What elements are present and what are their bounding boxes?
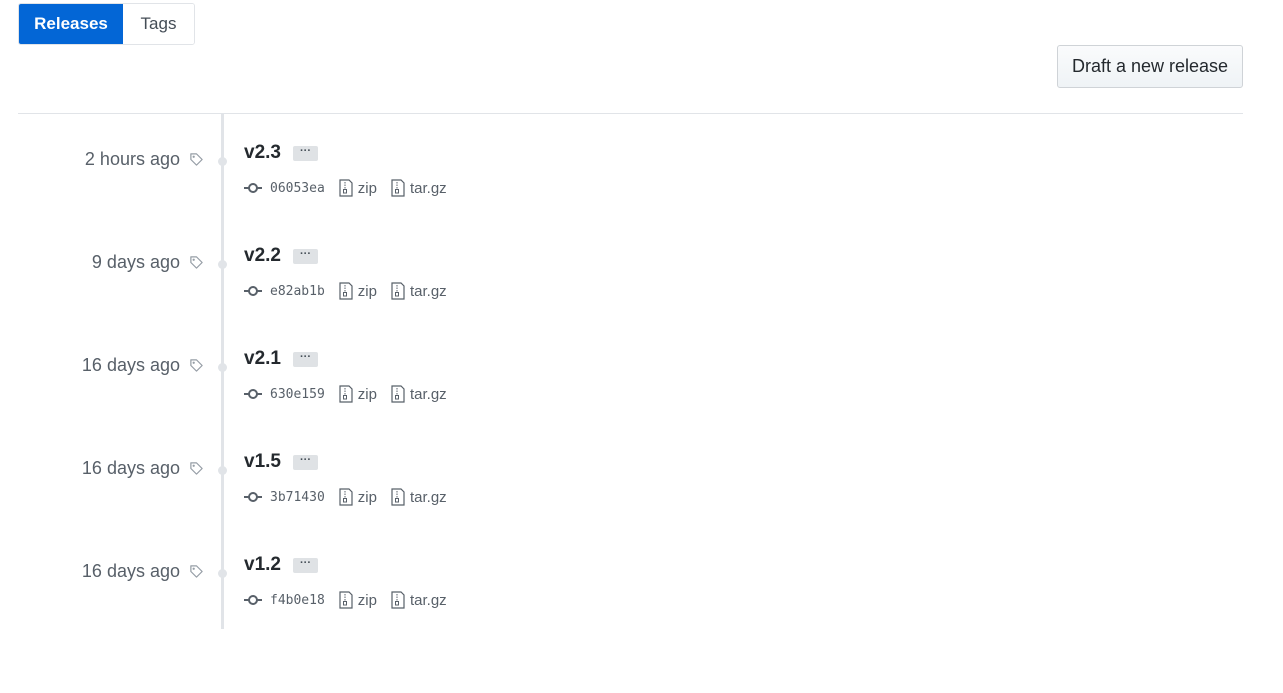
download-targz-link[interactable]: tar.gz: [391, 282, 447, 300]
release-name[interactable]: v1.5: [244, 451, 281, 473]
release-name[interactable]: v2.3: [244, 142, 281, 164]
tab-releases[interactable]: Releases: [19, 4, 123, 44]
release-meta: e82ab1b zip tar.gz: [244, 282, 447, 300]
commit-sha-link[interactable]: 630e159: [270, 387, 325, 402]
file-zip-icon: [339, 385, 353, 403]
release-item: 2 hours ago v2.3 ··· 06053ea zip tar.gz: [0, 132, 1283, 235]
tag-icon: [190, 153, 203, 166]
download-zip-label: zip: [357, 488, 377, 506]
download-targz-link[interactable]: tar.gz: [391, 591, 447, 609]
release-name[interactable]: v2.2: [244, 245, 281, 267]
file-zip-icon: [339, 179, 353, 197]
release-meta: 630e159 zip tar.gz: [244, 385, 447, 403]
release-name[interactable]: v2.1: [244, 348, 281, 370]
release-item: 16 days ago v1.2 ··· f4b0e18 zip tar.gz: [0, 544, 1283, 647]
expand-ellipsis-button[interactable]: ···: [293, 455, 318, 470]
release-date: 2 hours ago: [84, 149, 180, 169]
file-zip-icon: [391, 488, 405, 506]
tag-icon: [190, 256, 203, 269]
release-item: 9 days ago v2.2 ··· e82ab1b zip tar.gz: [0, 235, 1283, 338]
download-zip-label: zip: [357, 385, 377, 403]
download-targz-label: tar.gz: [409, 282, 447, 300]
expand-ellipsis-button[interactable]: ···: [293, 352, 318, 367]
timeline-dot: [218, 466, 227, 475]
divider: [18, 113, 1243, 114]
file-zip-icon: [391, 179, 405, 197]
download-targz-link[interactable]: tar.gz: [391, 179, 447, 197]
git-commit-icon: [244, 389, 262, 399]
release-meta: 3b71430 zip tar.gz: [244, 488, 447, 506]
release-date: 9 days ago: [91, 252, 180, 272]
file-zip-icon: [391, 282, 405, 300]
timeline-dot: [218, 363, 227, 372]
expand-ellipsis-button[interactable]: ···: [293, 146, 318, 161]
git-commit-icon: [244, 492, 262, 502]
commit-sha-link[interactable]: 06053ea: [270, 181, 325, 196]
tab-tags[interactable]: Tags: [123, 4, 194, 44]
release-name[interactable]: v1.2: [244, 554, 281, 576]
download-zip-link[interactable]: zip: [339, 179, 377, 197]
download-targz-link[interactable]: tar.gz: [391, 488, 447, 506]
download-targz-label: tar.gz: [409, 488, 447, 506]
file-zip-icon: [339, 591, 353, 609]
commit-sha-link[interactable]: 3b71430: [270, 490, 325, 505]
tag-icon: [190, 565, 203, 578]
timeline-dot: [218, 260, 227, 269]
release-meta: 06053ea zip tar.gz: [244, 179, 447, 197]
release-meta: f4b0e18 zip tar.gz: [244, 591, 447, 609]
download-zip-label: zip: [357, 591, 377, 609]
expand-ellipsis-button[interactable]: ···: [293, 558, 318, 573]
download-targz-link[interactable]: tar.gz: [391, 385, 447, 403]
release-date: 16 days ago: [81, 355, 180, 375]
timeline-dot: [218, 569, 227, 578]
release-item: 16 days ago v1.5 ··· 3b71430 zip tar.gz: [0, 441, 1283, 544]
file-zip-icon: [339, 488, 353, 506]
download-zip-link[interactable]: zip: [339, 385, 377, 403]
download-zip-link[interactable]: zip: [339, 488, 377, 506]
tag-icon: [190, 462, 203, 475]
file-zip-icon: [391, 591, 405, 609]
download-zip-link[interactable]: zip: [339, 282, 377, 300]
download-targz-label: tar.gz: [409, 591, 447, 609]
tag-icon: [190, 359, 203, 372]
git-commit-icon: [244, 183, 262, 193]
download-targz-label: tar.gz: [409, 179, 447, 197]
commit-sha-link[interactable]: f4b0e18: [270, 593, 325, 608]
download-zip-link[interactable]: zip: [339, 591, 377, 609]
file-zip-icon: [391, 385, 405, 403]
download-zip-label: zip: [357, 282, 377, 300]
release-date: 16 days ago: [81, 458, 180, 478]
expand-ellipsis-button[interactable]: ···: [293, 249, 318, 264]
release-tabs: Releases Tags: [18, 3, 195, 45]
file-zip-icon: [339, 282, 353, 300]
timeline-dot: [218, 157, 227, 166]
download-targz-label: tar.gz: [409, 385, 447, 403]
commit-sha-link[interactable]: e82ab1b: [270, 284, 325, 299]
draft-new-release-button[interactable]: Draft a new release: [1057, 45, 1243, 88]
git-commit-icon: [244, 286, 262, 296]
git-commit-icon: [244, 595, 262, 605]
download-zip-label: zip: [357, 179, 377, 197]
release-date: 16 days ago: [81, 561, 180, 581]
release-item: 16 days ago v2.1 ··· 630e159 zip tar.gz: [0, 338, 1283, 441]
